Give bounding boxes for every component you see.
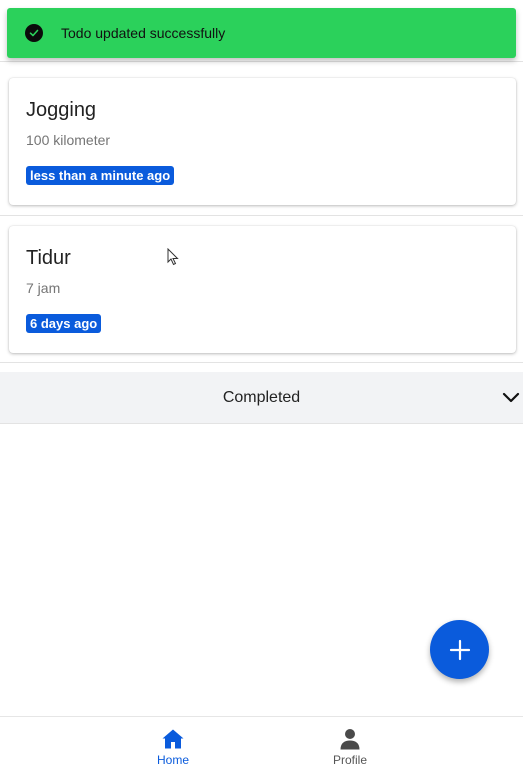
toast-message: Todo updated successfully: [61, 25, 226, 41]
completed-label: Completed: [222, 388, 301, 406]
todo-description: 7 jam: [26, 280, 61, 296]
check-circle-icon: [25, 24, 43, 42]
nav-item-profile[interactable]: Profile: [300, 717, 400, 770]
chevron-down-icon[interactable]: [501, 387, 521, 407]
todo-time-badge: 6 days ago: [26, 314, 102, 333]
nav-item-home[interactable]: Home: [123, 717, 223, 770]
completed-section-toggle[interactable]: Completed: [0, 372, 523, 424]
todo-time-badge: less than a minute ago: [26, 166, 175, 185]
bottom-navigation: Home Profile: [0, 716, 523, 770]
todo-title: Tidur: [26, 247, 71, 269]
nav-label-home: Home: [156, 753, 189, 767]
divider: [0, 362, 523, 363]
todo-card[interactable]: Tidur 7 jam 6 days ago: [9, 226, 516, 353]
divider: [0, 215, 523, 216]
success-toast[interactable]: Todo updated successfully: [7, 8, 516, 58]
home-icon: [162, 729, 184, 749]
todo-card[interactable]: Jogging 100 kilometer less than a minute…: [9, 78, 516, 205]
plus-icon: [449, 639, 470, 660]
add-todo-button[interactable]: [430, 620, 489, 679]
todo-title: Jogging: [26, 99, 97, 121]
nav-label-profile: Profile: [332, 753, 367, 767]
mouse-cursor-icon: [167, 248, 179, 266]
todo-description: 100 kilometer: [26, 132, 111, 148]
app-screen: Todo updated successfully Jogging 100 ki…: [0, 0, 523, 770]
person-icon: [340, 729, 360, 750]
divider: [0, 61, 523, 62]
